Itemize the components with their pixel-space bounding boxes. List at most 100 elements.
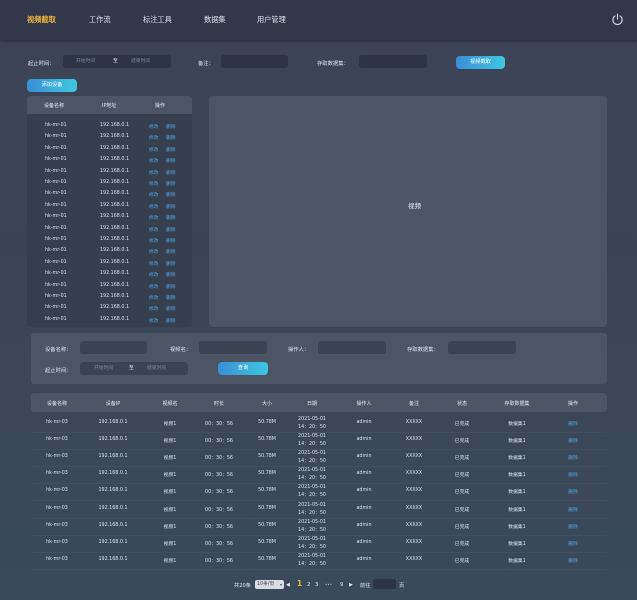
delete-device-link[interactable]: 删除 — [166, 169, 176, 176]
edit-device-link[interactable]: 修改 — [149, 191, 159, 198]
delete-device-link[interactable]: 删除 — [166, 317, 176, 324]
record-table-header: 设备名称 设备IP 视频名 时长 大小 日期 操作人 备注 状态 存取数据集 操作 — [31, 393, 607, 412]
delete-record-link[interactable]: 删除 — [548, 540, 598, 547]
delete-device-link[interactable]: 删除 — [166, 157, 176, 164]
time-range-input[interactable]: 开始时间 至 结束时间 — [80, 362, 188, 375]
record-cell-dataset: 数据集1 — [508, 456, 526, 462]
device-row-ip: 192.168.0.1 — [100, 248, 129, 254]
note-input[interactable] — [221, 55, 288, 68]
date-range-input[interactable]: 开始时间 至 结束时间 — [63, 55, 171, 68]
record-cell-dataset: 数据集1 — [508, 541, 526, 547]
edit-device-link[interactable]: 修改 — [149, 157, 159, 164]
edit-device-link[interactable]: 修改 — [149, 305, 159, 312]
device-row-ip: 192.168.0.1 — [100, 157, 129, 163]
prev-page-icon[interactable]: ◀ — [286, 582, 290, 588]
delete-device-link[interactable]: 删除 — [166, 237, 176, 244]
record-cell-note: XXXXX — [405, 471, 423, 477]
delete-device-link[interactable]: 删除 — [166, 283, 176, 290]
add-device-button[interactable]: 添加设备 — [27, 79, 77, 92]
record-cell-operator: admin — [356, 454, 372, 460]
device-row-ip: 192.168.0.1 — [100, 305, 129, 311]
edit-device-link[interactable]: 修改 — [149, 226, 159, 233]
pagination-ellipsis[interactable]: ••• — [325, 582, 332, 587]
delete-device-link[interactable]: 删除 — [166, 305, 176, 312]
delete-device-link[interactable]: 删除 — [166, 226, 176, 233]
delete-record-link[interactable]: 删除 — [548, 557, 598, 564]
device-row-ip: 192.168.0.1 — [100, 123, 129, 128]
power-icon[interactable] — [611, 13, 624, 26]
video-player[interactable]: 视频 — [209, 96, 607, 327]
dataset-filter-label: 存取数据集： — [407, 347, 439, 353]
device-row-ip: 192.168.0.1 — [100, 282, 129, 288]
page-1[interactable]: 1 — [297, 579, 302, 588]
delete-record-link[interactable]: 删除 — [548, 471, 598, 478]
page-2[interactable]: 2 — [307, 582, 310, 588]
edit-device-link[interactable]: 修改 — [149, 271, 159, 278]
edit-device-link[interactable]: 修改 — [149, 237, 159, 244]
page-9[interactable]: 9 — [340, 582, 343, 588]
edit-device-link[interactable]: 修改 — [149, 134, 159, 141]
record-cell-operator: admin — [356, 556, 372, 562]
dataset-select[interactable] — [359, 55, 427, 68]
device-name-input[interactable] — [80, 341, 147, 354]
edit-device-link[interactable]: 修改 — [149, 146, 159, 153]
record-cell-date: 14：20：50 — [298, 527, 326, 533]
delete-device-link[interactable]: 删除 — [166, 123, 176, 130]
record-cell-date: 2021-05-01 — [298, 468, 326, 474]
query-button[interactable]: 查询 — [218, 362, 268, 375]
record-cell-date: 2021-05-01 — [298, 434, 326, 440]
edit-device-link[interactable]: 修改 — [149, 203, 159, 210]
dataset-filter-select[interactable] — [448, 341, 516, 354]
nav-user-management[interactable]: 用户管理 — [257, 15, 286, 25]
delete-device-link[interactable]: 删除 — [166, 134, 176, 141]
nav-dataset[interactable]: 数据集 — [204, 15, 226, 25]
nav-workflow[interactable]: 工作流 — [89, 15, 111, 25]
delete-device-link[interactable]: 删除 — [166, 203, 176, 210]
record-cell-date: 2021-05-01 — [298, 553, 326, 559]
delete-device-link[interactable]: 删除 — [166, 271, 176, 278]
video-name-input[interactable] — [199, 341, 267, 354]
delete-device-link[interactable]: 删除 — [166, 146, 176, 153]
edit-device-link[interactable]: 修改 — [149, 283, 159, 290]
delete-device-link[interactable]: 删除 — [166, 191, 176, 198]
record-header-0: 设备名称 — [46, 401, 67, 407]
record-cell-video: 视频1 — [163, 507, 177, 513]
device-row-name: hk-mr-01 — [45, 145, 67, 151]
page-3[interactable]: 3 — [315, 582, 318, 588]
edit-device-link[interactable]: 修改 — [149, 169, 159, 176]
next-page-icon[interactable]: ▶ — [349, 582, 353, 588]
record-cell-date: 2021-05-01 — [298, 502, 326, 508]
delete-device-link[interactable]: 删除 — [166, 248, 176, 255]
delete-device-link[interactable]: 删除 — [166, 260, 176, 267]
delete-record-link[interactable]: 删除 — [548, 454, 598, 461]
edit-device-link[interactable]: 修改 — [149, 248, 159, 255]
delete-record-link[interactable]: 删除 — [548, 420, 598, 427]
operator-input[interactable] — [318, 341, 386, 354]
record-cell-note: XXXXX — [405, 454, 423, 460]
delete-record-link[interactable]: 删除 — [548, 506, 598, 513]
record-cell-video: 视频1 — [163, 558, 177, 564]
delete-device-link[interactable]: 删除 — [166, 180, 176, 187]
delete-device-link[interactable]: 删除 — [166, 294, 176, 301]
action-header: 操作 — [155, 103, 166, 109]
goto-page-input[interactable] — [373, 579, 396, 589]
edit-device-link[interactable]: 修改 — [149, 294, 159, 301]
edit-device-link[interactable]: 修改 — [149, 260, 159, 267]
edit-device-link[interactable]: 修改 — [149, 180, 159, 187]
nav-annotation-tool[interactable]: 标注工具 — [143, 15, 172, 25]
delete-record-link[interactable]: 删除 — [548, 488, 598, 495]
edit-device-link[interactable]: 修改 — [149, 214, 159, 221]
record-header-9: 存取数据集 — [504, 401, 530, 407]
edit-device-link[interactable]: 修改 — [149, 317, 159, 324]
edit-device-link[interactable]: 修改 — [149, 123, 159, 130]
page-size-select[interactable]: 10条/页 ▾ — [255, 580, 284, 589]
record-cell-date: 2021-05-01 — [298, 536, 326, 542]
delete-record-link[interactable]: 删除 — [548, 523, 598, 530]
device-name-header: 设备名称 — [44, 103, 65, 109]
delete-device-link[interactable]: 删除 — [166, 214, 176, 221]
record-cell-device: hk-mr-03 — [46, 454, 68, 460]
record-cell-ip: 192.168.0.1 — [98, 522, 128, 528]
nav-video-capture[interactable]: 视频截取 — [27, 15, 56, 25]
video-capture-button[interactable]: 视频截取 — [456, 56, 505, 69]
delete-record-link[interactable]: 删除 — [548, 437, 598, 444]
